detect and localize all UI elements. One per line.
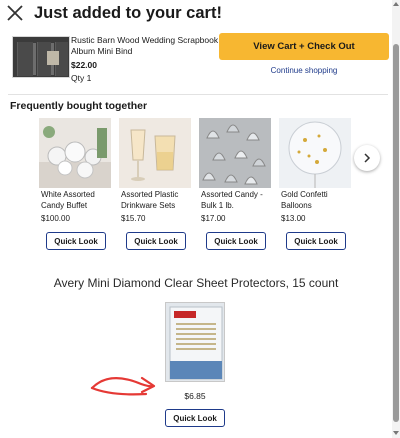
product-image[interactable]: [165, 302, 225, 382]
quick-look-button[interactable]: Quick Look: [126, 232, 186, 250]
fbt-item-name[interactable]: White Assorted Candy Buffet: [41, 189, 111, 211]
fbt-item-name[interactable]: Assorted Candy - Bulk 1 lb.: [201, 189, 271, 211]
modal-header: Just added to your cart!: [0, 0, 400, 28]
fbt-item-name[interactable]: Gold Confetti Balloons: [281, 189, 351, 211]
carousel-next-button[interactable]: [354, 145, 380, 171]
divider: [8, 94, 388, 95]
modal-title: Just added to your cart!: [34, 4, 222, 22]
fbt-item-price: $13.00: [281, 214, 306, 223]
fbt-item-price: $17.00: [201, 214, 226, 223]
close-icon[interactable]: [6, 4, 24, 22]
product-image[interactable]: [199, 118, 271, 188]
scrollbar-thumb[interactable]: [393, 44, 399, 422]
added-item-qty: Qty 1: [71, 73, 92, 83]
recommended-product-title: Avery Mini Diamond Clear Sheet Protector…: [53, 276, 339, 290]
added-item-name[interactable]: Rustic Barn Wood Wedding Scrapbook Album…: [71, 35, 221, 57]
quick-look-button[interactable]: Quick Look: [165, 409, 225, 427]
fbt-item: White Assorted Candy Buffet $100.00 Quic…: [38, 118, 114, 254]
fbt-item: Assorted Candy - Bulk 1 lb. $17.00 Quick…: [198, 118, 274, 254]
chevron-right-icon: [364, 153, 371, 163]
scrollbar[interactable]: [392, 0, 400, 438]
product-image[interactable]: [39, 118, 111, 188]
fbt-item-price: $15.70: [121, 214, 146, 223]
scroll-up-icon[interactable]: [393, 2, 399, 6]
fbt-carousel: White Assorted Candy Buffet $100.00 Quic…: [38, 118, 351, 254]
view-cart-button[interactable]: View Cart + Check Out: [219, 33, 389, 60]
annotation-arrow-icon: [90, 376, 156, 396]
fbt-item-name[interactable]: Assorted Plastic Drinkware Sets: [121, 189, 191, 211]
product-image[interactable]: [279, 118, 351, 188]
scroll-down-icon[interactable]: [393, 431, 399, 435]
product-image: [12, 36, 70, 78]
recommended-product-price: $6.85: [184, 391, 206, 401]
quick-look-button[interactable]: Quick Look: [46, 232, 106, 250]
continue-shopping-link[interactable]: Continue shopping: [219, 66, 389, 75]
fbt-item: Assorted Plastic Drinkware Sets $15.70 Q…: [118, 118, 194, 254]
quick-look-button[interactable]: Quick Look: [286, 232, 346, 250]
section-title: Frequently bought together: [10, 100, 148, 112]
fbt-item-price: $100.00: [41, 214, 70, 223]
added-item-price: $22.00: [71, 60, 97, 70]
fbt-item: Gold Confetti Balloons $13.00 Quick Look: [278, 118, 354, 254]
product-image[interactable]: [119, 118, 191, 188]
added-item: Rustic Barn Wood Wedding Scrapbook Album…: [8, 32, 390, 92]
quick-look-button[interactable]: Quick Look: [206, 232, 266, 250]
